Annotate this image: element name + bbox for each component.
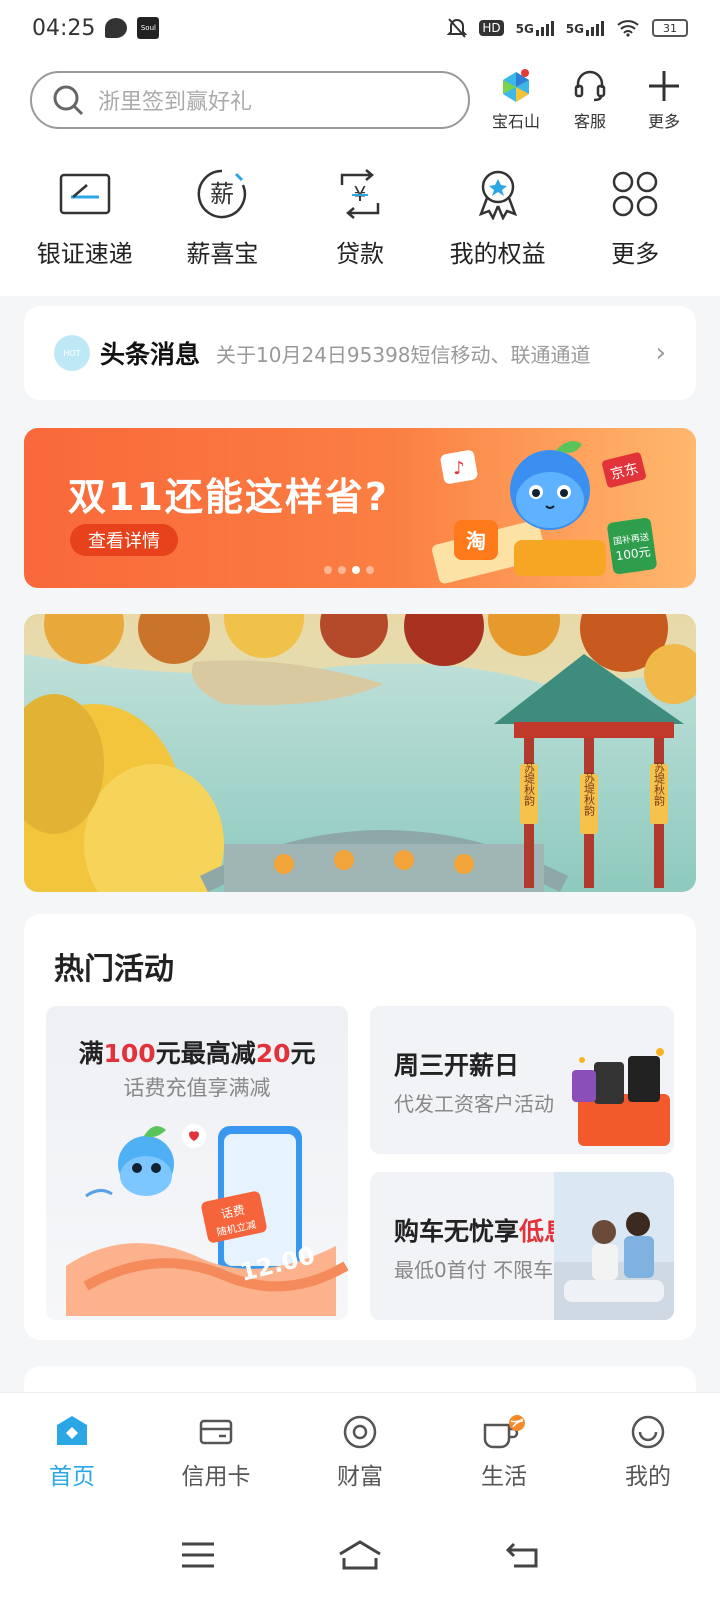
signal-5g-2: 5G <box>566 20 604 36</box>
message-icon <box>105 18 128 38</box>
carousel-dot <box>366 566 374 574</box>
car-loan-activity[interactable]: 购车无忧享低息 最低0首付 不限车型 <box>370 1172 674 1320</box>
tab-label: 我的 <box>625 1463 671 1490</box>
quick-entry-rights[interactable]: 我的权益 <box>438 164 558 280</box>
couple-car-illustration <box>554 1172 674 1320</box>
header-bottom-fill <box>0 280 720 296</box>
promo-detail-button[interactable]: 查看详情 <box>70 524 178 556</box>
salary-day-title: 周三开薪日 <box>394 1051 520 1080</box>
tab-label: 生活 <box>481 1463 527 1490</box>
customer-service-label: 客服 <box>573 112 606 131</box>
recharge-activity-subtitle: 话费充值享满减 <box>123 1076 271 1100</box>
gem-mountain-button[interactable]: 宝石山 <box>490 68 542 132</box>
quick-entry-label: 我的权益 <box>449 240 546 268</box>
tab-label: 首页 <box>49 1463 95 1490</box>
card-transfer-icon <box>55 164 115 224</box>
car-loan-title: 购车无忧享低息 <box>394 1217 570 1246</box>
credit-card-icon <box>199 1419 233 1444</box>
quick-entry-label: 贷款 <box>335 240 384 268</box>
quick-entry-loan[interactable]: ¥ 贷款 <box>300 164 420 280</box>
svg-text:苏堤秋韵: 苏堤秋韵 <box>583 772 596 817</box>
battery-indicator: 31 <box>652 19 688 37</box>
back-icon[interactable] <box>504 1540 540 1570</box>
quick-entry-label: 薪喜宝 <box>186 240 259 268</box>
soul-app-icon: Soul <box>137 17 160 39</box>
carousel-dot <box>338 566 346 574</box>
svg-text:薪: 薪 <box>210 180 234 208</box>
hot-badge: HOT <box>54 335 90 371</box>
tab-wealth[interactable]: 财富 <box>305 1413 415 1491</box>
wealth-icon <box>343 1415 377 1448</box>
search-input[interactable]: 浙里签到赢好礼 <box>30 71 470 129</box>
badge-icon <box>468 164 528 224</box>
autumn-lake-banner[interactable]: 苏堤秋韵 苏堤秋韵 苏堤秋韵 <box>24 614 696 892</box>
headset-icon <box>574 70 606 102</box>
tab-home[interactable]: 首页 <box>17 1413 127 1491</box>
grid-icon <box>605 164 665 224</box>
tab-label: 财富 <box>337 1463 383 1490</box>
more-header-button[interactable]: 更多 <box>638 68 690 132</box>
loan-icon: ¥ <box>330 164 390 224</box>
status-time: 04:25 <box>32 15 96 41</box>
smile-icon <box>631 1415 665 1448</box>
tab-life[interactable]: 生活 <box>449 1413 559 1491</box>
hot-activities-card: 热门活动 满100元最高减20元 话费充值享满减 话费 随机立减 12.00 周… <box>24 914 696 1340</box>
tab-credit-card[interactable]: 信用卡 <box>161 1413 271 1491</box>
bottom-tab-bar: 首页 信用卡 财富 生活 我的 <box>0 1392 720 1510</box>
home-icon <box>57 1415 87 1445</box>
gift-box-illustration <box>572 1048 670 1146</box>
salary-icon: 薪 <box>192 164 252 224</box>
svg-text:苏堤秋韵: 苏堤秋韵 <box>653 762 666 807</box>
recharge-activity-title: 满100元最高减20元 <box>78 1039 316 1068</box>
promo-carousel-dots <box>324 566 374 574</box>
svg-text:♪: ♪ <box>453 458 465 479</box>
plus-icon <box>649 71 679 101</box>
search-icon <box>53 85 84 116</box>
carousel-dot <box>324 566 332 574</box>
news-title: 头条消息 <box>100 340 201 369</box>
quick-entry-salary[interactable]: 薪 薪喜宝 <box>162 164 282 280</box>
signal-5g-1: 5G <box>516 20 554 36</box>
home-nav-icon[interactable] <box>336 1538 384 1572</box>
system-navigation-bar <box>0 1510 720 1600</box>
quick-entry-label: 更多 <box>611 240 660 268</box>
headline-news-bar[interactable]: HOT 头条消息 关于10月24日95398短信移动、联通通道 › <box>24 306 696 400</box>
status-bar: 04:25 Soul HD 5G 5G 31 <box>0 0 720 56</box>
chevron-right-icon: › <box>655 338 666 368</box>
salary-day-subtitle: 代发工资客户活动 <box>394 1092 554 1116</box>
car-loan-subtitle: 最低0首付 不限车型 <box>394 1258 574 1282</box>
search-placeholder: 浙里签到赢好礼 <box>98 90 253 115</box>
more-header-label: 更多 <box>647 112 680 131</box>
tab-label: 信用卡 <box>181 1463 251 1490</box>
salary-day-activity[interactable]: 周三开薪日 代发工资客户活动 <box>370 1006 674 1154</box>
svg-text:淘: 淘 <box>466 529 486 553</box>
customer-service-button[interactable]: 客服 <box>564 68 616 132</box>
quick-entry-more[interactable]: 更多 <box>575 164 695 280</box>
phone-recharge-activity[interactable]: 满100元最高减20元 话费充值享满减 话费 随机立减 12.00 <box>46 1006 348 1320</box>
gem-mountain-icon <box>503 69 529 102</box>
top-header: 浙里签到赢好礼 宝石山 客服 更多 <box>0 56 720 144</box>
menu-icon[interactable] <box>180 1540 216 1570</box>
coffee-cup-icon <box>483 1414 525 1448</box>
carousel-dot-active <box>352 566 360 574</box>
news-text: 关于10月24日95398短信移动、联通通道 <box>216 342 591 367</box>
tab-mine[interactable]: 我的 <box>593 1413 703 1491</box>
quick-entry-label: 银证速递 <box>36 240 133 268</box>
promo-title: 双11还能这样省? <box>68 475 389 519</box>
gem-mountain-label: 宝石山 <box>491 112 540 131</box>
hot-activities-title: 热门活动 <box>54 952 174 987</box>
mute-bell-icon <box>447 18 468 38</box>
autumn-lake-illustration: 苏堤秋韵 苏堤秋韵 苏堤秋韵 <box>24 614 696 892</box>
wifi-icon <box>617 20 639 37</box>
hd-indicator: HD <box>479 20 504 36</box>
svg-text:苏堤秋韵: 苏堤秋韵 <box>523 762 536 807</box>
double-11-banner[interactable]: 双11还能这样省? 查看详情 ♪ 淘 京东 国补再送 100元 <box>24 428 696 588</box>
recharge-illustration: 话费 随机立减 12.00 <box>66 1124 348 1316</box>
promo-illustration: ♪ 淘 京东 国补再送 100元 <box>432 441 657 584</box>
quick-entry-securities[interactable]: 银证速递 <box>25 164 145 280</box>
quick-entry-row: 银证速递 薪 薪喜宝 ¥ 贷款 我的权益 更多 <box>0 144 720 280</box>
